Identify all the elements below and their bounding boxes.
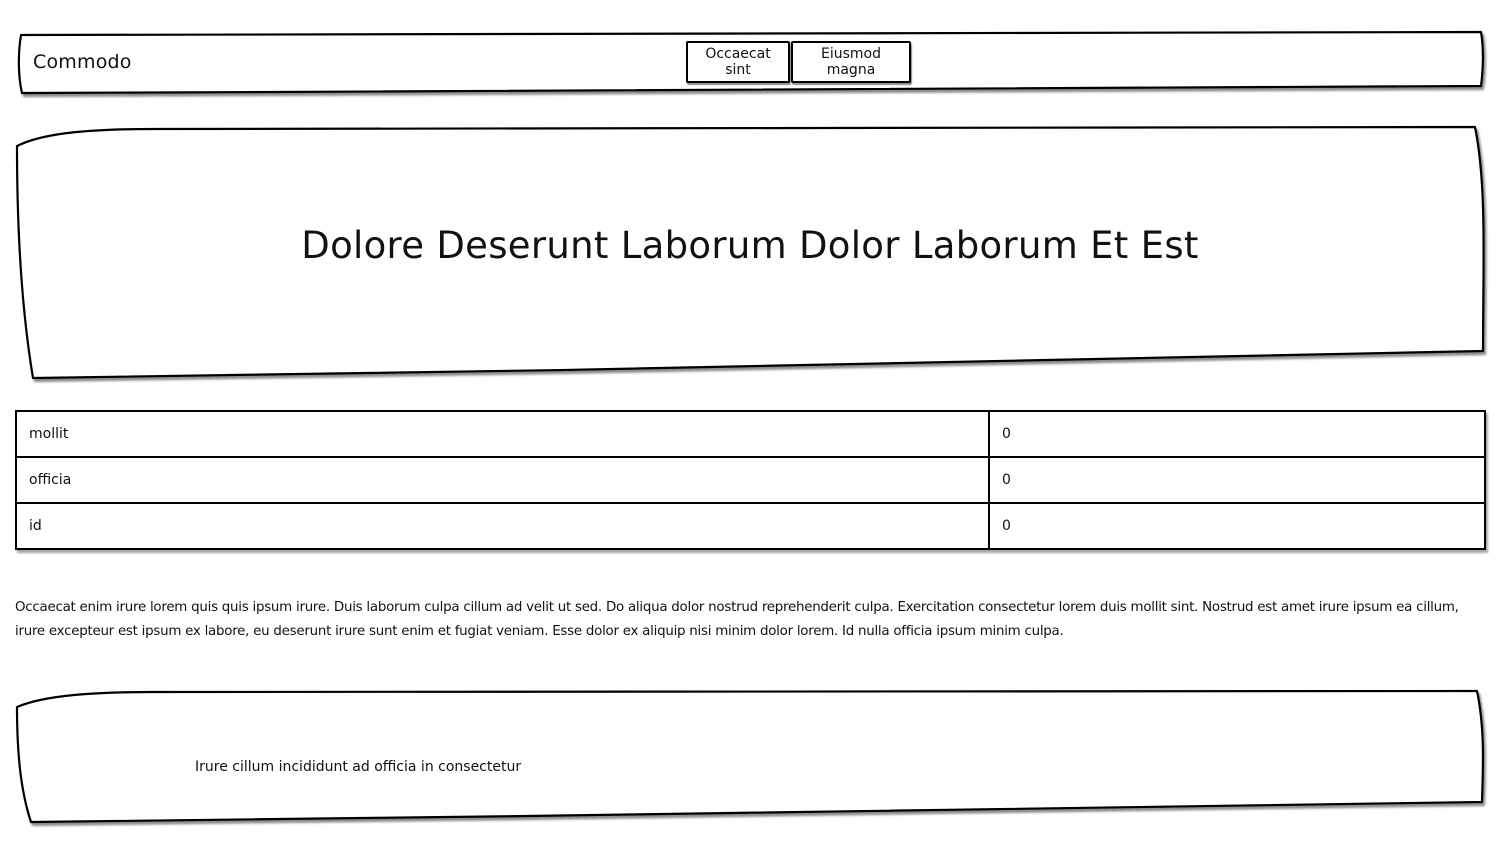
nav-button-group: Occaecat sint Eiusmod magna xyxy=(686,41,911,83)
table-row: mollit 0 xyxy=(15,410,1486,458)
table-cell-value: 0 xyxy=(988,410,1486,458)
table-row: id 0 xyxy=(15,502,1486,550)
nav-button-eiusmod-magna[interactable]: Eiusmod magna xyxy=(791,41,911,83)
table-cell-key: officia xyxy=(15,456,990,504)
body-paragraph: Occaecat enim irure lorem quis quis ipsu… xyxy=(15,600,1459,639)
table-row: officia 0 xyxy=(15,456,1486,504)
table-cell-value: 0 xyxy=(988,502,1486,550)
table-cell-key: id xyxy=(15,502,990,550)
top-navbar: Commodo Occaecat sint Eiusmod magna xyxy=(15,30,1485,97)
footer-panel: Irure cillum incididunt ad officia in co… xyxy=(15,689,1485,825)
brand-name[interactable]: Commodo xyxy=(33,51,132,73)
table-cell-value: 0 xyxy=(988,456,1486,504)
hero-title: Dolore Deserunt Laborum Dolor Laborum Et… xyxy=(301,224,1199,267)
footer-outline xyxy=(15,689,1485,824)
table-cell-key: mollit xyxy=(15,410,990,458)
data-table: mollit 0 officia 0 id 0 xyxy=(15,410,1486,550)
nav-button-occaecat-sint[interactable]: Occaecat sint xyxy=(686,41,790,83)
footer-text: Irure cillum incididunt ad officia in co… xyxy=(195,759,522,775)
hero-panel: Dolore Deserunt Laborum Dolor Laborum Et… xyxy=(15,125,1485,380)
